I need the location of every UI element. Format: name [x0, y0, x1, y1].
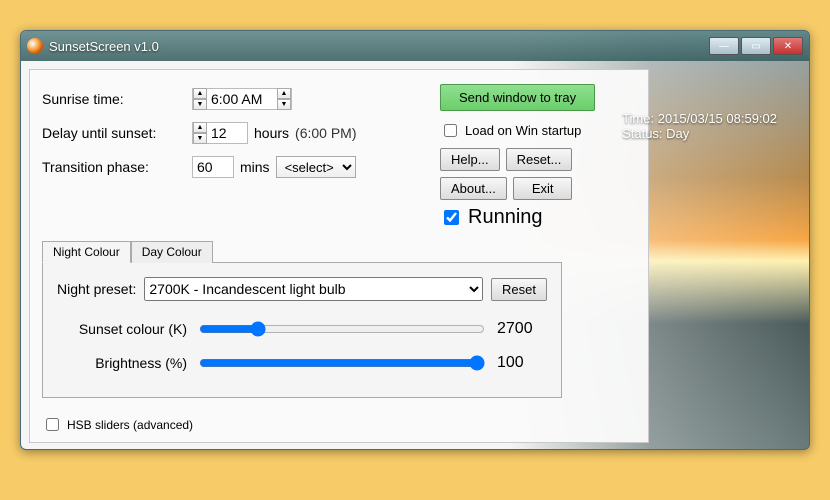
colour-tabs: Night Colour Day Colour Night preset: 27… [42, 240, 562, 398]
hsb-label: HSB sliders (advanced) [67, 418, 193, 432]
delay-spinner: ▲ ▼ [192, 122, 248, 144]
running-checkbox[interactable] [444, 210, 459, 225]
status-value: Day [666, 126, 689, 141]
tab-night-colour[interactable]: Night Colour [42, 241, 131, 263]
minimize-button[interactable]: — [709, 37, 739, 55]
delay-down[interactable]: ▼ [193, 133, 207, 144]
mins-unit: mins [240, 159, 270, 175]
sunset-colour-value: 2700 [497, 320, 547, 338]
close-button[interactable]: ✕ [773, 37, 803, 55]
night-colour-panel: Night preset: 2700K - Incandescent light… [42, 262, 562, 398]
time-prefix: Time: [622, 111, 658, 126]
status-prefix: Status: [622, 126, 666, 141]
window-controls: — ▭ ✕ [709, 37, 803, 55]
window-title: SunsetScreen v1.0 [49, 39, 709, 54]
transition-label: Transition phase: [42, 159, 192, 175]
sunrise-time-input[interactable] [207, 89, 277, 109]
transition-input-wrap [192, 156, 234, 178]
right-column: Send window to tray Load on Win startup … [440, 84, 640, 229]
delay-label: Delay until sunset: [42, 125, 192, 141]
help-button[interactable]: Help... [440, 148, 500, 171]
night-preset-select[interactable]: 2700K - Incandescent light bulb [144, 277, 483, 301]
sunrise-min-up[interactable]: ▲ [277, 88, 291, 99]
app-icon [27, 38, 43, 54]
content-panel: Sunrise time: ▲ ▼ ▲ ▼ Delay until sunset… [29, 69, 649, 443]
hsb-checkbox[interactable] [46, 418, 59, 431]
brightness-value: 100 [497, 354, 547, 372]
brightness-slider[interactable] [199, 355, 485, 371]
sunset-time-display: (6:00 PM) [295, 125, 356, 141]
sunrise-spinner: ▲ ▼ ▲ ▼ [192, 88, 292, 110]
transition-type-select[interactable]: <select> [276, 156, 356, 178]
sunrise-label: Sunrise time: [42, 91, 192, 107]
about-button[interactable]: About... [440, 177, 507, 200]
running-row: Running [440, 206, 640, 229]
brightness-label: Brightness (%) [57, 355, 187, 371]
sunrise-hour-down[interactable]: ▼ [193, 99, 207, 110]
time-status-overlay: Time: 2015/03/15 08:59:02 Status: Day [622, 111, 777, 141]
running-label: Running [468, 206, 543, 229]
reset-button[interactable]: Reset... [506, 148, 573, 171]
load-startup-checkbox[interactable] [444, 124, 457, 137]
app-window: SunsetScreen v1.0 — ▭ ✕ Sunrise time: ▲ … [20, 30, 810, 450]
tab-day-colour[interactable]: Day Colour [131, 241, 213, 263]
hours-unit: hours [254, 125, 289, 141]
load-startup-label: Load on Win startup [465, 123, 581, 138]
time-value: 2015/03/15 08:59:02 [658, 111, 777, 126]
sunset-colour-label: Sunset colour (K) [57, 321, 187, 337]
transition-mins-input[interactable] [193, 157, 233, 177]
night-preset-label: Night preset: [57, 281, 136, 297]
sunrise-min-down[interactable]: ▼ [277, 99, 291, 110]
delay-hours-input[interactable] [207, 123, 247, 143]
sunrise-hour-up[interactable]: ▲ [193, 88, 207, 99]
titlebar[interactable]: SunsetScreen v1.0 — ▭ ✕ [21, 31, 809, 61]
maximize-button[interactable]: ▭ [741, 37, 771, 55]
sunset-colour-slider[interactable] [199, 321, 485, 337]
delay-up[interactable]: ▲ [193, 122, 207, 133]
exit-button[interactable]: Exit [513, 177, 573, 200]
send-to-tray-button[interactable]: Send window to tray [440, 84, 595, 111]
hsb-row: HSB sliders (advanced) [42, 415, 193, 434]
preset-reset-button[interactable]: Reset [491, 278, 547, 301]
